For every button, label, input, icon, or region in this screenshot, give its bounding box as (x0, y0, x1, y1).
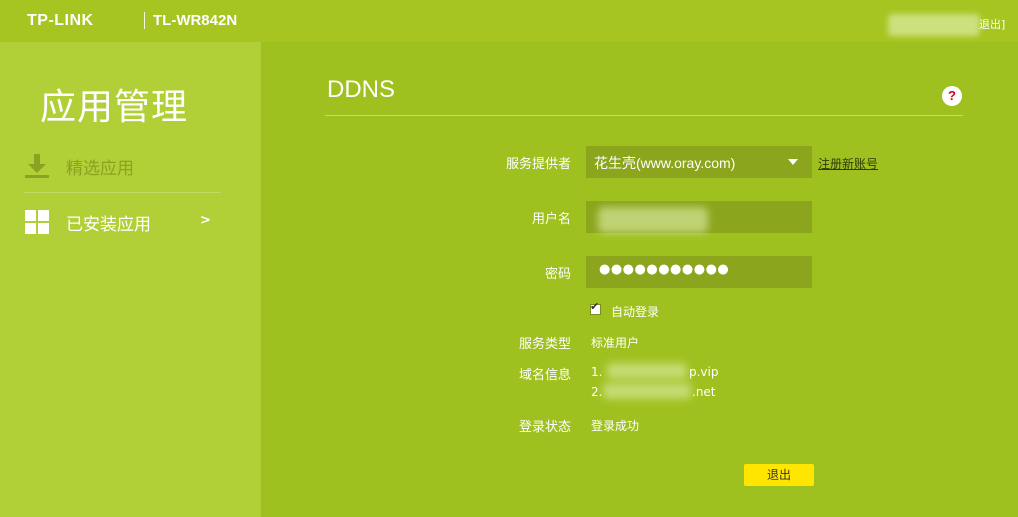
domain-1-prefix: 1. (591, 365, 603, 379)
redacted-user-info (888, 14, 980, 36)
redacted-username (598, 207, 708, 233)
register-account-link[interactable]: 注册新账号 (818, 155, 878, 172)
sidebar: 应用管理 精选应用 已安装应用 > (0, 42, 261, 517)
sidebar-title: 应用管理 (40, 87, 189, 128)
sidebar-item-featured-apps[interactable]: 精选应用 (24, 142, 221, 193)
header-logout-link[interactable]: 退出] (979, 16, 1005, 32)
domain-label: 域名信息 (518, 368, 571, 383)
sidebar-item-label: 精选应用 (66, 159, 134, 179)
sidebar-item-label: 已安装应用 (66, 215, 151, 235)
logout-button[interactable]: 退出 (744, 464, 814, 486)
grid-icon (25, 210, 49, 234)
checkmark-icon: ✔ (590, 300, 600, 313)
auto-login-label: 自动登录 (611, 305, 660, 319)
provider-value: 花生壳(www.oray.com) (594, 155, 736, 171)
password-label: 密码 (544, 267, 571, 282)
login-status-value: 登录成功 (591, 419, 640, 433)
page-title: DDNS (327, 76, 396, 103)
title-divider (325, 115, 963, 116)
redacted-domain-1 (607, 363, 687, 379)
domain-2-suffix: .net (692, 385, 716, 399)
sidebar-item-installed-apps[interactable]: 已安装应用 > (24, 198, 221, 248)
login-status-label: 登录状态 (518, 420, 571, 435)
provider-label: 服务提供者 (505, 157, 571, 172)
top-bar: TP-LINK TL-WR842N 退出] (0, 0, 1018, 42)
provider-select[interactable]: 花生壳(www.oray.com) (586, 146, 812, 178)
chevron-right-icon: > (200, 213, 211, 228)
logo-divider (144, 12, 145, 29)
domain-1-suffix: p.vip (689, 365, 719, 379)
download-icon (25, 154, 49, 178)
chevron-down-icon (788, 159, 798, 165)
domain-2-prefix: 2. (591, 385, 603, 399)
password-value: ●●●●●●●●●●● (599, 262, 730, 277)
model-name: TL-WR842N (153, 12, 238, 29)
redacted-domain-2 (603, 383, 691, 399)
service-type-label: 服务类型 (518, 337, 571, 352)
help-icon[interactable]: ? (942, 86, 962, 106)
brand-logo: TP-LINK (27, 12, 94, 29)
service-type-value: 标准用户 (591, 336, 640, 350)
username-label: 用户名 (531, 212, 571, 227)
